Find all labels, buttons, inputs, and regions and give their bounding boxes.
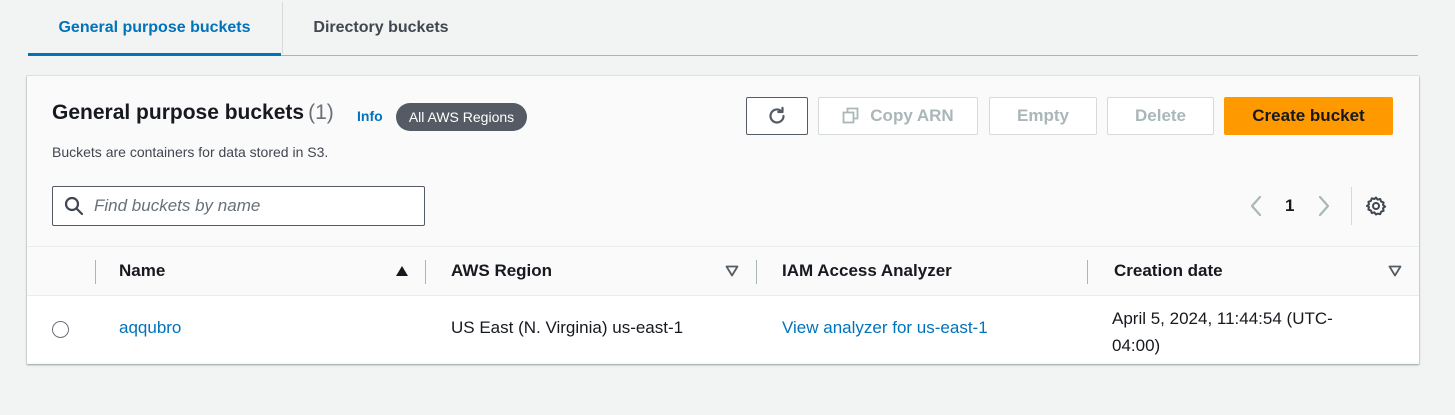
bucket-type-tabs: General purpose buckets Directory bucket…	[28, 0, 1418, 56]
search-input[interactable]	[94, 196, 404, 216]
previous-page-button[interactable]	[1249, 194, 1263, 218]
column-divider	[1087, 260, 1088, 284]
bucket-creation-date: April 5, 2024, 11:44:54 (UTC-04:00)	[1112, 309, 1333, 355]
copy-arn-label: Copy ARN	[870, 106, 954, 125]
chevron-left-icon	[1250, 195, 1262, 217]
copy-icon	[842, 107, 860, 125]
caret-up-icon	[396, 266, 408, 276]
bucket-count: (1)	[308, 101, 334, 124]
sort-ascending-icon[interactable]	[395, 265, 409, 277]
empty-button[interactable]: Empty	[989, 97, 1097, 135]
bucket-region: US East (N. Virginia) us-east-1	[451, 318, 684, 337]
bucket-name-link[interactable]: aqqubro	[119, 318, 181, 338]
view-analyzer-link[interactable]: View analyzer for us-east-1	[782, 318, 988, 338]
pagination-divider	[1351, 187, 1352, 225]
table-row: aqqubro US East (N. Virginia) us-east-1 …	[27, 296, 1419, 362]
buckets-panel: General purpose buckets (1) Info All AWS …	[27, 76, 1419, 364]
column-divider	[425, 260, 426, 284]
column-header-name[interactable]: Name	[119, 247, 165, 295]
column-header-aws-region[interactable]: AWS Region	[451, 247, 552, 295]
caret-down-icon	[725, 265, 739, 277]
panel-description: Buckets are containers for data stored i…	[52, 144, 329, 160]
table-header: Name AWS Region IAM Access Analyzer Crea…	[27, 246, 1419, 296]
gear-icon	[1365, 196, 1387, 216]
column-divider	[95, 260, 96, 284]
column-header-creation-date[interactable]: Creation date	[1114, 247, 1223, 295]
row-select-radio[interactable]	[52, 321, 69, 338]
region-badge: All AWS Regions	[396, 103, 527, 131]
page-title-text: General purpose buckets	[52, 101, 305, 124]
next-page-button[interactable]	[1317, 194, 1331, 218]
create-bucket-button[interactable]: Create bucket	[1224, 97, 1393, 135]
caret-down-icon	[1388, 265, 1402, 277]
column-header-iam-access-analyzer: IAM Access Analyzer	[782, 261, 952, 280]
table-preferences-button[interactable]	[1365, 195, 1387, 217]
refresh-icon	[766, 105, 788, 127]
search-icon	[64, 196, 84, 216]
chevron-right-icon	[1318, 195, 1330, 217]
tab-general-purpose-buckets[interactable]: General purpose buckets	[28, 0, 281, 56]
search-field	[52, 186, 425, 226]
sort-icon[interactable]	[725, 265, 739, 277]
current-page-number[interactable]: 1	[1285, 194, 1294, 218]
sort-icon[interactable]	[1388, 265, 1402, 277]
tab-directory-buckets[interactable]: Directory buckets	[283, 0, 479, 55]
delete-button[interactable]: Delete	[1107, 97, 1214, 135]
column-divider	[756, 260, 757, 284]
info-link[interactable]: Info	[357, 108, 383, 124]
copy-arn-button[interactable]: Copy ARN	[818, 97, 978, 135]
refresh-button[interactable]	[746, 97, 808, 135]
page-title: General purpose buckets (1)	[52, 101, 334, 125]
